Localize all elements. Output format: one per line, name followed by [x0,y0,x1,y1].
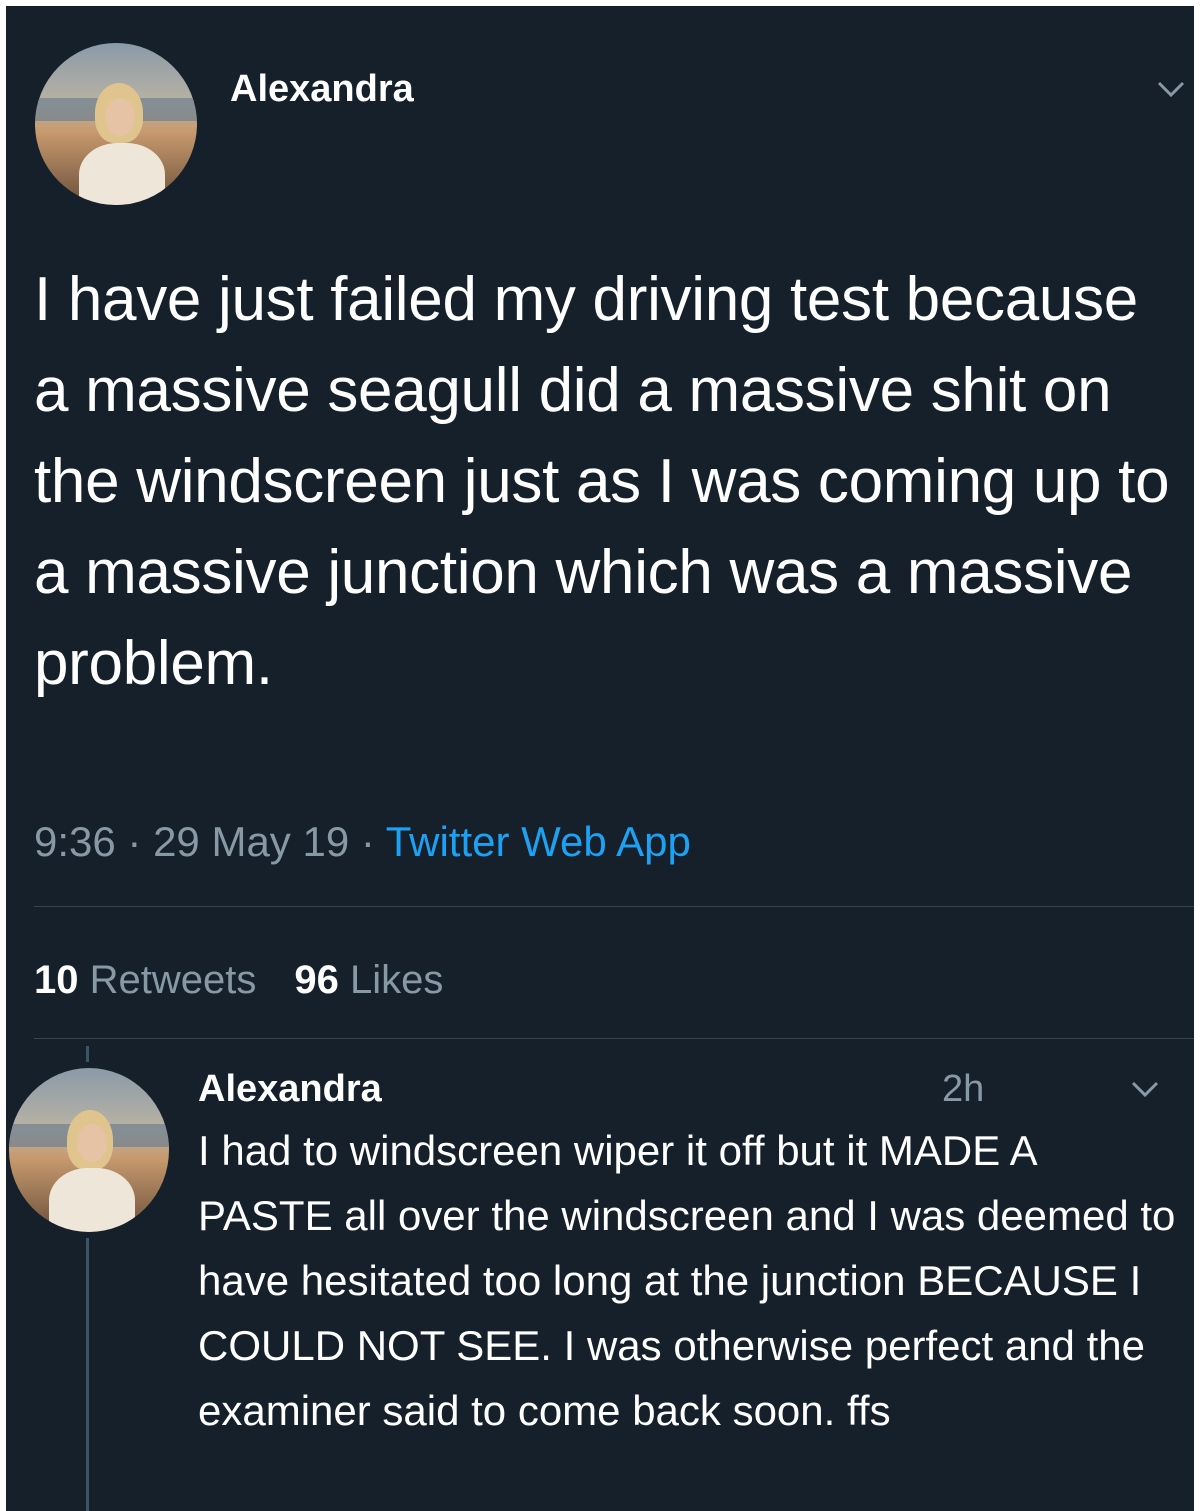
tweet-time[interactable]: 9:36 [34,818,116,865]
meta-separator: · [127,818,154,865]
retweets-label: Retweets [89,958,257,1002]
reply-avatar[interactable] [9,1068,169,1232]
tweet-text: I have just failed my driving test becau… [34,265,1170,698]
tweet-source-link[interactable]: Twitter Web App [386,818,691,865]
tweet-meta: 9:36 · 29 May 19 · Twitter Web App [34,818,691,866]
reply-author-name[interactable]: Alexandra [198,1068,382,1111]
thread-line [86,1046,89,1062]
tweet-screenshot: Alexandra I have just failed my driving … [6,6,1194,1511]
likes-count: 96 [294,958,339,1002]
avatar-face [77,1124,107,1162]
avatar-body [49,1168,135,1232]
chevron-down-icon[interactable] [1156,74,1186,105]
retweets-stat[interactable]: 10 Retweets [34,958,256,1002]
avatar-face [105,98,135,136]
author-name[interactable]: Alexandra [230,68,414,111]
reply-text: I had to windscreen wiper it off but it … [198,1127,1176,1434]
divider [34,906,1194,907]
thread-line [86,1238,89,1511]
reply-timestamp[interactable]: 2h [942,1068,984,1111]
chevron-down-icon[interactable] [1130,1074,1160,1105]
meta-separator: · [360,818,386,865]
likes-label: Likes [350,958,444,1002]
divider [34,1038,1194,1039]
engagement-stats: 10 Retweets 96 Likes [34,958,443,1003]
retweets-count: 10 [34,958,79,1002]
avatar-body [79,143,165,205]
avatar[interactable] [35,43,197,205]
likes-stat[interactable]: 96 Likes [294,958,443,1002]
tweet-date[interactable]: 29 May 19 [153,818,349,865]
